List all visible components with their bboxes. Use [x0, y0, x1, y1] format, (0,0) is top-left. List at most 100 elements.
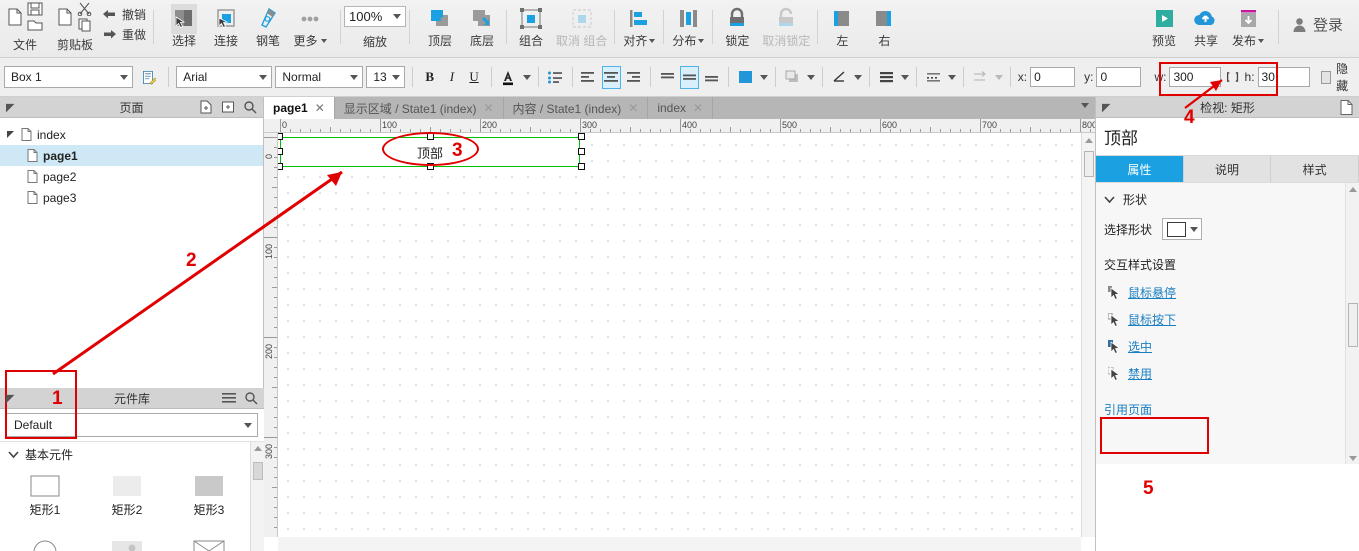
menu-icon[interactable] — [222, 392, 236, 404]
line-color-chevron-icon[interactable] — [854, 74, 863, 80]
valign-middle-button[interactable] — [679, 65, 699, 89]
interaction-style-disabled-link[interactable]: 禁用 — [1128, 365, 1152, 382]
library-select[interactable]: Default — [6, 413, 258, 437]
interaction-style-disabled[interactable]: 禁用 — [1096, 360, 1359, 387]
line-dash-button[interactable] — [924, 66, 943, 89]
select-tool[interactable]: 选择 — [163, 0, 205, 48]
expander-icon[interactable] — [6, 130, 16, 140]
line-color-button[interactable] — [830, 66, 849, 89]
align-button[interactable]: 对齐 — [618, 0, 660, 48]
send-to-back-button[interactable]: 底层 — [461, 0, 503, 48]
note-edit-icon[interactable] — [141, 68, 157, 87]
resize-handle-se[interactable] — [578, 163, 585, 170]
pen-tool[interactable]: 钢笔 — [247, 0, 289, 48]
canvas-tab-display-area[interactable]: 显示区域 / State1 (index) ✕ — [334, 97, 504, 119]
resize-handle-nw[interactable] — [278, 133, 283, 140]
chevron-down-icon[interactable] — [1081, 103, 1089, 108]
bring-to-front-button[interactable]: 顶层 — [419, 0, 461, 48]
line-style-button[interactable] — [877, 66, 896, 89]
font-color-chevron-icon[interactable] — [522, 74, 531, 80]
interaction-style-hover[interactable]: 鼠标悬停 — [1096, 279, 1359, 306]
widget-name-select[interactable]: Box 1 — [4, 66, 133, 88]
add-folder-icon[interactable] — [221, 100, 235, 114]
shadow-chevron-icon[interactable] — [807, 74, 816, 80]
line-arrow-button[interactable] — [971, 66, 990, 89]
ungroup-button[interactable]: 取消 组合 — [552, 0, 611, 48]
scroll-thumb[interactable] — [253, 462, 263, 480]
scroll-up-arrow-icon[interactable] — [254, 446, 262, 451]
interaction-style-hover-link[interactable]: 鼠标悬停 — [1128, 284, 1176, 301]
preview-button[interactable]: 预览 — [1143, 0, 1185, 48]
tab-notes[interactable]: 说明 — [1183, 156, 1272, 182]
font-family-select[interactable]: Arial — [176, 66, 273, 88]
tree-row-page1[interactable]: page1 — [0, 145, 263, 166]
canvas-horizontal-scrollbar[interactable] — [278, 537, 1081, 551]
section-shape-header[interactable]: 形状 — [1096, 183, 1359, 212]
font-size-select[interactable]: 13 — [366, 66, 406, 88]
close-icon[interactable]: ✕ — [628, 101, 638, 115]
canvas-tab-index[interactable]: index ✕ — [648, 97, 714, 119]
italic-button[interactable]: I — [442, 66, 461, 89]
paste-icon[interactable] — [56, 8, 74, 26]
more-tool[interactable]: 更多 — [289, 0, 331, 48]
canvas-vertical-scrollbar[interactable] — [1081, 133, 1095, 537]
fill-color-button[interactable] — [736, 66, 755, 89]
x-input[interactable] — [1030, 67, 1076, 87]
interaction-style-selected[interactable]: 选中 — [1096, 333, 1359, 360]
bold-button[interactable]: B — [420, 66, 439, 89]
clipboard-group[interactable]: 剪贴板 — [50, 0, 100, 53]
file-group[interactable]: 文件 — [0, 0, 50, 53]
bullet-list-button[interactable] — [545, 66, 564, 89]
tree-row-page2[interactable]: page2 — [0, 166, 263, 187]
line-style-chevron-icon[interactable] — [901, 74, 909, 80]
save-icon[interactable] — [26, 2, 44, 16]
close-icon[interactable]: ✕ — [315, 101, 325, 115]
text-align-center-button[interactable] — [601, 65, 621, 89]
line-arrow-chevron-icon[interactable] — [994, 74, 1003, 80]
close-icon[interactable]: ✕ — [483, 101, 493, 115]
inspector-scrollbar[interactable] — [1345, 183, 1359, 464]
tab-properties[interactable]: 属性 — [1096, 156, 1184, 182]
resize-handle-ne[interactable] — [578, 133, 585, 140]
select-shape-dropdown[interactable] — [1162, 218, 1203, 240]
unlock-button[interactable]: 取消锁定 — [758, 0, 814, 48]
scroll-thumb[interactable] — [1084, 151, 1094, 177]
collapse-arrow-icon[interactable]: ◤ — [6, 101, 14, 114]
section-reference-page-label[interactable]: 引用页面 — [1096, 387, 1359, 418]
text-align-right-button[interactable] — [624, 66, 643, 89]
interaction-style-mousedown[interactable]: 鼠标按下 — [1096, 306, 1359, 333]
lock-ratio-icon[interactable] — [1226, 70, 1239, 84]
resize-handle-s[interactable] — [427, 163, 434, 170]
canvas-tab-content[interactable]: 内容 / State1 (index) ✕ — [503, 97, 649, 119]
search-icon[interactable] — [244, 391, 258, 405]
group-button[interactable]: 组合 — [510, 0, 552, 48]
open-folder-icon[interactable] — [26, 18, 44, 32]
canvas-tab-page1[interactable]: page1 ✕ — [264, 97, 335, 119]
tree-row-index[interactable]: index — [0, 124, 263, 145]
w-input[interactable] — [1169, 67, 1222, 87]
search-icon[interactable] — [243, 100, 257, 114]
scroll-down-arrow-icon[interactable] — [1349, 456, 1357, 461]
resize-handle-n[interactable] — [427, 133, 434, 140]
shadow-button[interactable] — [783, 66, 802, 89]
share-button[interactable]: 共享 — [1185, 0, 1227, 48]
fill-color-chevron-icon[interactable] — [760, 74, 769, 80]
add-page-icon[interactable] — [199, 100, 213, 114]
tab-style[interactable]: 样式 — [1271, 156, 1359, 182]
library-item-placeholder[interactable] — [168, 534, 250, 551]
library-item-rect3[interactable]: 矩形3 — [168, 469, 250, 524]
scroll-up-arrow-icon[interactable] — [1085, 138, 1093, 143]
h-input[interactable] — [1257, 67, 1310, 87]
text-align-left-button[interactable] — [579, 66, 598, 89]
hide-checkbox[interactable] — [1320, 70, 1332, 84]
library-item-ellipse[interactable] — [4, 534, 86, 551]
library-item-rect2[interactable]: 矩形2 — [86, 469, 168, 524]
zoom-select[interactable]: 100% — [344, 6, 407, 27]
valign-top-button[interactable] — [658, 66, 677, 89]
copy-icon[interactable] — [76, 18, 94, 32]
page-icon[interactable] — [1340, 99, 1353, 115]
redo-button[interactable]: 重做 — [102, 26, 146, 43]
canvas-surface[interactable]: 顶部 — [278, 133, 1081, 537]
connect-tool[interactable]: 连接 — [205, 0, 247, 48]
scroll-up-arrow-icon[interactable] — [1349, 187, 1357, 192]
